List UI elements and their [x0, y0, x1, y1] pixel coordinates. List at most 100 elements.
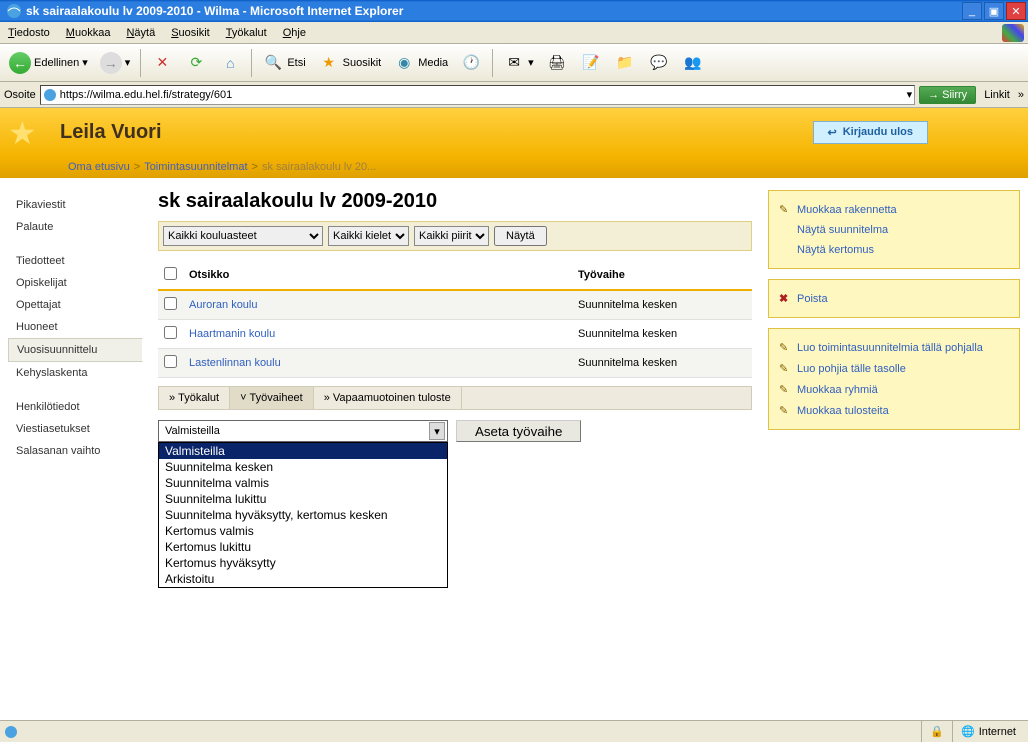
minimize-button[interactable]: _ — [962, 2, 982, 20]
nav-pikaviestit[interactable]: Pikaviestit — [8, 194, 142, 216]
nav-salasanan[interactable]: Salasanan vaihto — [8, 440, 142, 462]
create-plans-link[interactable]: Luo toimintasuunnitelmia tällä pohjalla — [797, 342, 983, 354]
show-plan-link[interactable]: Näytä suunnitelma — [797, 224, 888, 236]
breadcrumb-plans[interactable]: Toimintasuunnitelmat — [144, 161, 247, 173]
menu-help[interactable]: Ohje — [275, 24, 314, 42]
row-checkbox[interactable] — [164, 297, 177, 310]
folder-button[interactable]: 📁 — [609, 48, 641, 78]
table-row: Lastenlinnan koulu Suunnitelma kesken — [158, 349, 752, 378]
row-link[interactable]: Lastenlinnan koulu — [189, 357, 281, 369]
window-titlebar: sk sairaalakoulu lv 2009-2010 - Wilma - … — [0, 0, 1028, 22]
breadcrumb-home[interactable]: Oma etusivu — [68, 161, 130, 173]
zone-label: Internet — [979, 726, 1016, 738]
nav-kehyslaskenta[interactable]: Kehyslaskenta — [8, 362, 142, 384]
nav-opettajat[interactable]: Opettajat — [8, 294, 142, 316]
media-button[interactable]: ◉Media — [388, 48, 453, 78]
stage-option[interactable]: Suunnitelma lukittu — [159, 491, 447, 507]
stop-button[interactable]: ✕ — [146, 48, 178, 78]
nav-huoneet[interactable]: Huoneet — [8, 316, 142, 338]
nav-vuosisuunnittelu[interactable]: Vuosisuunnittelu — [8, 338, 143, 362]
stage-select[interactable]: Valmisteilla ▾ — [158, 420, 448, 442]
stage-select-dropdown: Valmisteilla Suunnitelma kesken Suunnite… — [158, 442, 448, 588]
set-stage-button[interactable]: Aseta työvaihe — [456, 420, 581, 442]
show-report-link[interactable]: Näytä kertomus — [797, 244, 874, 256]
menu-file[interactable]: Tiedosto — [0, 24, 58, 42]
status-bar: 🔒 🌐 Internet — [0, 720, 1028, 742]
breadcrumb: Oma etusivu > Toimintasuunnitelmat > sk … — [0, 156, 1028, 178]
lock-icon: 🔒 — [930, 725, 944, 738]
search-button[interactable]: 🔍Etsi — [257, 48, 310, 78]
ie-page-icon — [43, 88, 57, 102]
forward-button[interactable]: → ▾ — [95, 48, 136, 78]
menu-tools[interactable]: Työkalut — [218, 24, 275, 42]
discuss-button[interactable]: 💬 — [643, 48, 675, 78]
chevron-down-icon[interactable]: ▾ — [907, 88, 913, 101]
row-link[interactable]: Auroran koulu — [189, 299, 258, 311]
nav-tiedotteet[interactable]: Tiedotteet — [8, 250, 142, 272]
nav-opiskelijat[interactable]: Opiskelijat — [8, 272, 142, 294]
edit-outputs-link[interactable]: Muokkaa tulosteita — [797, 405, 889, 417]
nav-henkilotiedot[interactable]: Henkilötiedot — [8, 396, 142, 418]
create-templates-link[interactable]: Luo pohjia tälle tasolle — [797, 363, 906, 375]
tab-freeform[interactable]: »Vapaamuotoinen tuloste — [314, 387, 462, 409]
chevron-right-icon[interactable]: » — [1018, 89, 1024, 101]
restore-button[interactable]: ▣ — [984, 2, 1004, 20]
row-link[interactable]: Haartmanin koulu — [189, 328, 275, 340]
edit-structure-link[interactable]: Muokkaa rakennetta — [797, 204, 897, 216]
favorites-button[interactable]: ★Suosikit — [313, 48, 387, 78]
delete-icon: ✖ — [779, 292, 791, 305]
breadcrumb-current: sk sairaalakoulu lv 20... — [262, 161, 376, 173]
stage-option[interactable]: Valmisteilla — [159, 443, 447, 459]
chevron-down-icon: ˅ — [240, 392, 246, 404]
main-column: sk sairaalakoulu lv 2009-2010 Kaikki kou… — [150, 178, 768, 478]
menu-edit[interactable]: Muokkaa — [58, 24, 119, 42]
mail-button[interactable]: ✉▾ — [498, 48, 539, 78]
ie-icon — [6, 3, 22, 19]
logout-icon: ↩ — [828, 126, 837, 139]
row-checkbox[interactable] — [164, 355, 177, 368]
refresh-button[interactable]: ⟳ — [180, 48, 212, 78]
stage-option[interactable]: Suunnitelma kesken — [159, 459, 447, 475]
stage-option[interactable]: Kertomus lukittu — [159, 539, 447, 555]
logout-button[interactable]: ↩ Kirjaudu ulos — [813, 121, 929, 144]
stage-option[interactable]: Arkistoitu — [159, 571, 447, 587]
filter-schoollevels[interactable]: Kaikki kouluasteet — [163, 226, 323, 246]
url-text: https://wilma.edu.hel.fi/strategy/601 — [60, 89, 904, 101]
menu-view[interactable]: Näytä — [118, 24, 163, 42]
pencil-icon: ✎ — [779, 383, 791, 396]
filter-bar: Kaikki kouluasteet Kaikki kielet Kaikki … — [158, 221, 752, 251]
stage-option[interactable]: Kertomus valmis — [159, 523, 447, 539]
print-button[interactable]: 🖨 — [541, 48, 573, 78]
tab-stages[interactable]: ˅Työvaiheet — [230, 387, 314, 409]
select-all-checkbox[interactable] — [164, 267, 177, 280]
menu-favorites[interactable]: Suosikit — [163, 24, 218, 42]
address-input[interactable]: https://wilma.edu.hel.fi/strategy/601 ▾ — [40, 85, 915, 105]
table-row: Auroran koulu Suunnitelma kesken — [158, 290, 752, 320]
back-button[interactable]: ← Edellinen ▾ — [4, 48, 93, 78]
menu-bar: Tiedosto Muokkaa Näytä Suosikit Työkalut… — [0, 22, 1028, 44]
nav-palaute[interactable]: Palaute — [8, 216, 142, 238]
tab-strip: »Työkalut ˅Työvaiheet »Vapaamuotoinen tu… — [158, 386, 752, 410]
internet-zone-icon: 🌐 — [961, 725, 975, 738]
chevron-down-icon[interactable]: ▾ — [429, 422, 445, 440]
go-button[interactable]: → Siirry — [919, 86, 976, 104]
edit-button[interactable]: 📝 — [575, 48, 607, 78]
row-checkbox[interactable] — [164, 326, 177, 339]
show-button[interactable]: Näytä — [494, 226, 547, 246]
filter-districts[interactable]: Kaikki piirit — [414, 226, 489, 246]
home-button[interactable]: ⌂ — [214, 48, 246, 78]
close-button[interactable]: ✕ — [1006, 2, 1026, 20]
stage-option[interactable]: Suunnitelma hyväksytty, kertomus kesken — [159, 507, 447, 523]
edit-groups-link[interactable]: Muokkaa ryhmiä — [797, 384, 878, 396]
links-label[interactable]: Linkit — [980, 89, 1014, 101]
tab-tools[interactable]: »Työkalut — [159, 387, 230, 409]
history-button[interactable]: 🕐 — [455, 48, 487, 78]
pencil-icon: ✎ — [779, 362, 791, 375]
filter-languages[interactable]: Kaikki kielet — [328, 226, 409, 246]
messenger-button[interactable]: 👥 — [677, 48, 709, 78]
delete-link[interactable]: Poista — [797, 293, 828, 305]
nav-viestiasetukset[interactable]: Viestiasetukset — [8, 418, 142, 440]
stage-option[interactable]: Suunnitelma valmis — [159, 475, 447, 491]
row-stage: Suunnitelma kesken — [572, 290, 752, 320]
stage-option[interactable]: Kertomus hyväksytty — [159, 555, 447, 571]
